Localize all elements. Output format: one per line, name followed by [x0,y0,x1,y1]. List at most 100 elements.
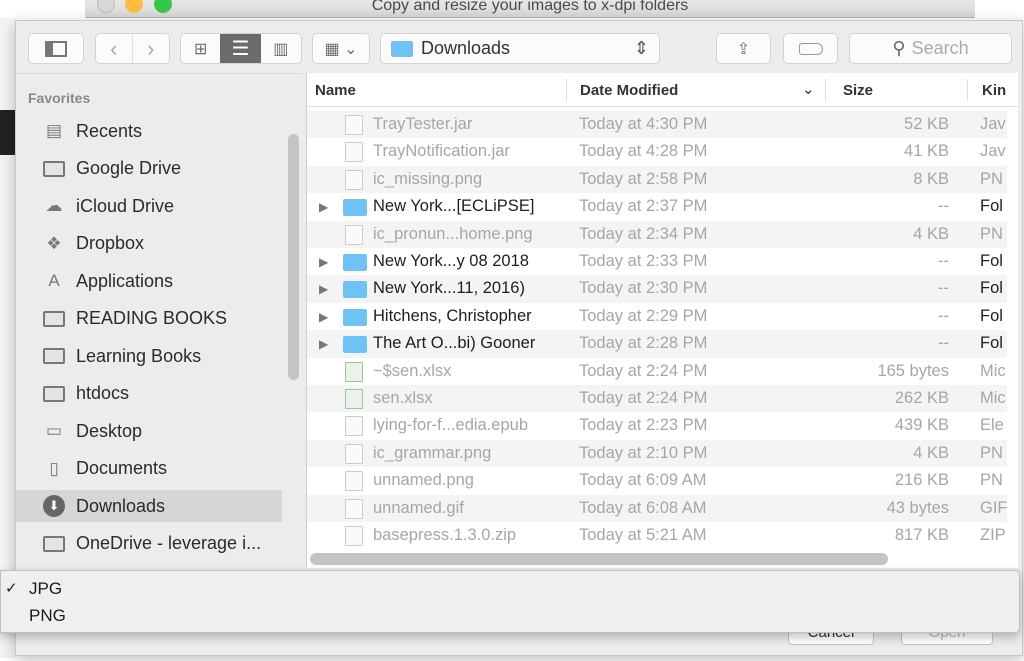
file-row[interactable]: ~$sen.xlsx Today at 2:24 PM 165 bytes Mic [307,358,1007,385]
disclosure-triangle-icon[interactable]: ▶ [319,310,328,324]
sidebar-item-applications[interactable]: A Applications [16,265,282,297]
sidebar-item-documents[interactable]: ▯ Documents [16,453,282,485]
file-kind: PN [980,169,1003,188]
list-icon: ☰ [231,38,250,60]
sidebar-item-label: Recents [76,120,143,141]
sidebar-item-label: Downloads [76,495,166,516]
sidebar-item-learning-books[interactable]: Learning Books [16,340,282,372]
updown-chevron-icon: ⇕ [633,38,649,58]
sidebar-item-label: Applications [76,270,174,291]
sidebar-scrollbar[interactable] [288,134,299,380]
file-date: Today at 2:30 PM [579,279,708,298]
sidebar-item-downloads[interactable]: ⬇ Downloads [16,490,282,522]
file-row[interactable]: unnamed.png Today at 6:09 AM 216 KB PN [307,467,1007,494]
sidebar-toggle-button[interactable] [28,33,84,64]
sidebar-item-reading-books[interactable]: READING BOOKS [16,303,282,335]
file-name: ic_grammar.png [373,443,492,462]
file-row[interactable]: TrayNotification.jar Today at 4:28 PM 41 K… [307,138,1007,165]
share-button[interactable]: ⇪ [716,33,771,64]
file-name: New York...[ECLiPSE] [373,197,535,216]
view-mode-control: ⊞ ☰ ▥ [180,33,302,64]
file-date: Today at 2:24 PM [579,361,708,380]
file-kind: Jav [980,115,1006,133]
file-row[interactable]: ic_missing.png Today at 2:58 PM 8 KB PN [307,165,1007,194]
folder-row[interactable]: ▶ New York...11, 2016) Today at 2:30 PM -- F… [307,275,1007,303]
file-icon [345,115,363,135]
list-view-button[interactable]: ☰ [220,34,261,63]
folder-row[interactable]: ▶ Hitchens, Christopher Today at 2:29 PM --… [307,303,1007,330]
sidebar-item-recents[interactable]: ▤ Recents [16,115,282,147]
checkmark-icon: ✓ [5,580,18,597]
sidebar-item-desktop[interactable]: ▭ Desktop [16,415,282,447]
column-name[interactable]: Name [315,82,356,99]
file-date: Today at 2:23 PM [579,416,708,435]
file-name: basepress.1.3.0.zip [373,526,517,544]
sort-chevron-icon: ⌄ [802,81,815,98]
sidebar-item-icloud-drive[interactable]: ☁ iCloud Drive [16,190,282,222]
folder-icon [343,281,367,299]
file-name: ~$sen.xlsx [373,361,452,380]
sidebar-item-onedrive-leverage-i[interactable]: OneDrive - leverage i... [16,528,282,560]
file-row[interactable]: TrayTester.jar Today at 4:30 PM 52 KB Jav [307,111,1007,139]
open-dialog: ‹ › ⊞ ☰ ▥ ▦ ⌄ Downloads ⇕ ⇪ ⚲ Search Fav… [15,20,1023,656]
location-label: Downloads [421,38,511,58]
column-kind[interactable]: Kin [982,82,1006,99]
file-row[interactable]: ic_pronun...home.png Today at 2:34 PM 4 KB… [307,220,1007,248]
folder-icon [343,336,367,354]
file-size: 8 KB [913,169,949,188]
sidebar-heading: Favorites [28,90,91,106]
search-field[interactable]: ⚲ Search [849,33,1012,64]
file-name: The Art O...bi) Gooner [373,334,536,353]
file-icon [345,443,363,464]
back-button[interactable]: ‹ [96,34,133,63]
file-size: 216 KB [894,471,949,490]
sidebar-item-google-drive[interactable]: Google Drive [16,153,282,185]
file-row[interactable]: sen.xlsx Today at 2:24 PM 262 KB Mic [307,385,1007,413]
folder-row[interactable]: ▶ New York...[ECLiPSE] Today at 2:37 PM -- F… [307,193,1007,220]
file-name: New York...y 08 2018 [373,252,529,270]
list-header: Name Date Modified ⌄ Size Kin [307,73,1018,107]
file-date: Today at 6:08 AM [579,498,707,517]
file-size: -- [938,334,949,353]
file-icon [345,169,363,190]
folder-row[interactable]: ▶ New York...y 08 2018 Today at 2:33 PM -- F… [307,248,1007,275]
file-row[interactable]: lying-for-f...edia.epub Today at 2:23 PM 4… [307,412,1007,439]
disclosure-triangle-icon[interactable]: ▶ [319,255,328,269]
sidebar-item-htdocs[interactable]: htdocs [16,378,282,410]
icon-view-button[interactable]: ⊞ [181,34,220,63]
sidebar-item-label: Desktop [76,420,143,441]
file-size: -- [938,306,949,325]
menu-item-jpg[interactable]: JPG [29,579,62,599]
arrange-button[interactable]: ▦ ⌄ [312,33,370,64]
file-name: ic_missing.png [373,169,483,188]
column-size[interactable]: Size [843,82,873,99]
disclosure-triangle-icon[interactable]: ▶ [319,200,328,214]
file-date: Today at 2:37 PM [579,197,708,216]
file-kind: Mic [980,361,1006,380]
disclosure-triangle-icon[interactable]: ▶ [319,282,328,296]
column-view-button[interactable]: ▥ [261,34,301,63]
forward-button[interactable]: › [133,34,170,63]
file-row[interactable]: basepress.1.3.0.zip Today at 5:21 AM 817 K… [307,522,1007,549]
grid-icon: ⊞ [193,40,208,58]
column-date-modified[interactable]: Date Modified [580,82,678,99]
file-kind: GIF [980,498,1008,517]
location-popup[interactable]: Downloads ⇕ [380,33,660,64]
file-row[interactable]: unnamed.gif Today at 6:08 AM 43 bytes GIF [307,494,1008,522]
folder-row[interactable]: ▶ The Art O...bi) Gooner Today at 2:28 PM -… [307,330,1007,358]
file-size: 817 KB [894,526,949,544]
file-icon [345,224,363,245]
file-date: Today at 2:34 PM [579,224,708,243]
file-size: -- [938,197,949,216]
file-size: 4 KB [913,443,949,462]
disclosure-triangle-icon[interactable]: ▶ [319,337,328,351]
folder-icon [42,309,66,329]
tag-button[interactable] [783,33,838,64]
sidebar-item-label: READING BOOKS [76,308,228,328]
tag-icon [798,42,823,55]
horizontal-scrollbar[interactable] [310,553,888,565]
file-row[interactable]: ic_grammar.png Today at 2:10 PM 4 KB PN [307,439,1007,468]
file-date: Today at 2:24 PM [579,389,708,407]
menu-item-png[interactable]: PNG [29,606,66,626]
sidebar-item-dropbox[interactable]: ❖ Dropbox [16,228,282,260]
